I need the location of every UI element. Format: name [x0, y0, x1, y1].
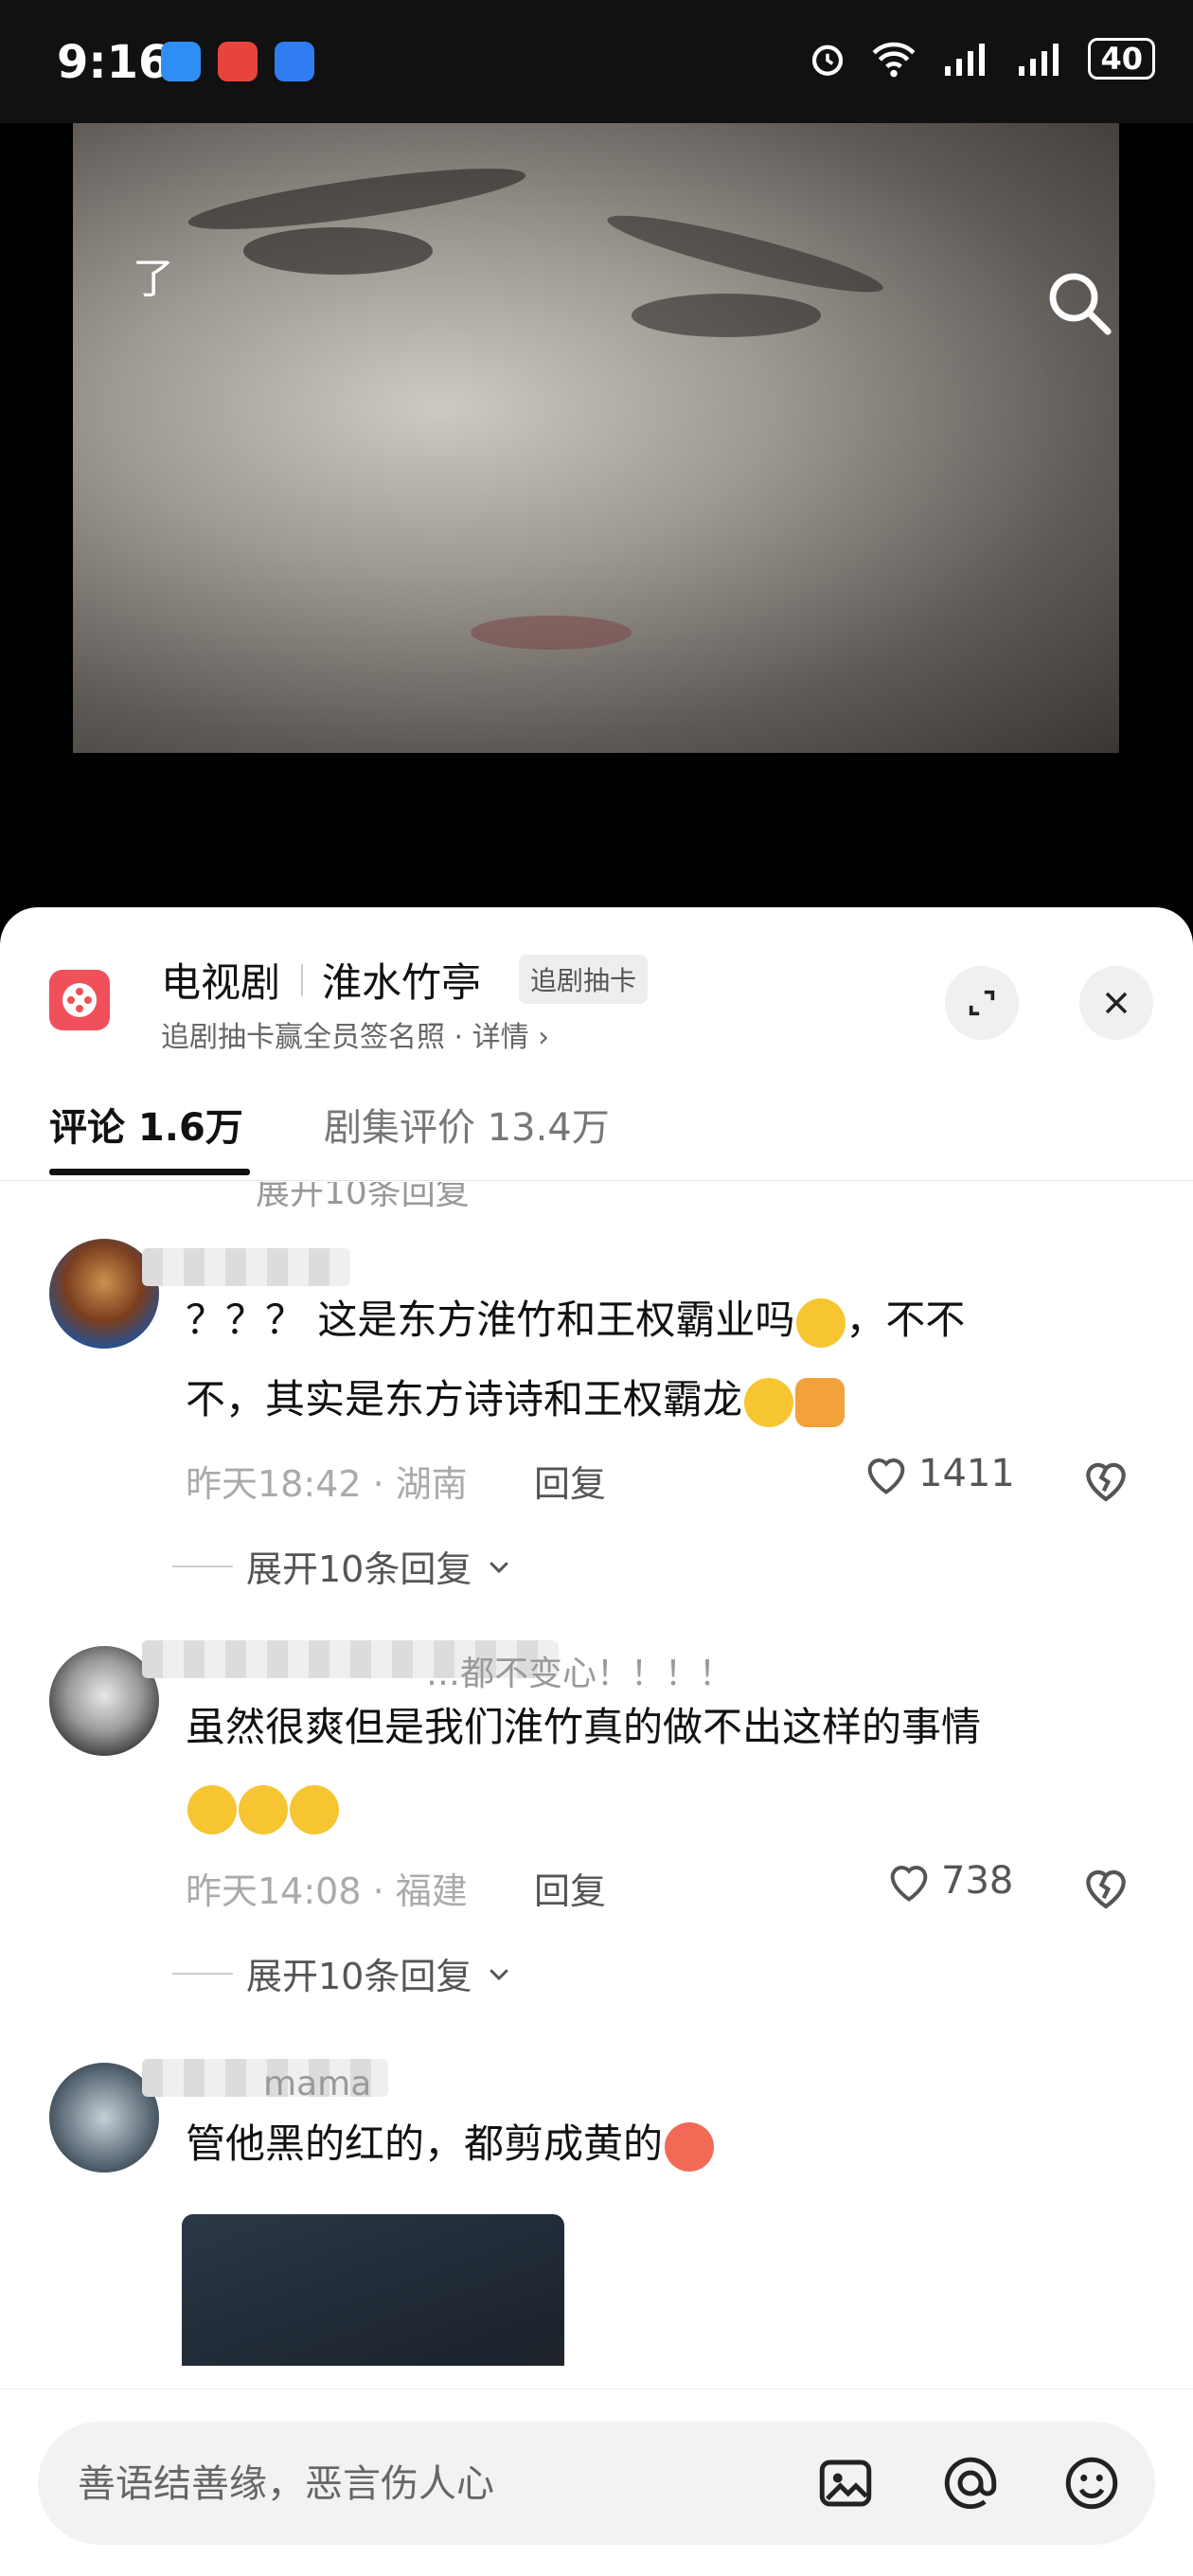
heart-icon: [890, 1866, 928, 1902]
like-button[interactable]: 738: [884, 1858, 1013, 1904]
reply-button[interactable]: 回复: [534, 1455, 606, 1507]
emoji-crying-icon: [290, 1784, 339, 1834]
browser-app-icon: [275, 42, 314, 81]
tab-episode-reviews[interactable]: 剧集评价 13.4万: [324, 1097, 610, 1152]
expand-replies-button[interactable]: 展开10条回复: [172, 1947, 513, 1999]
video-frame[interactable]: [73, 123, 1119, 753]
comment-text: 虽然很爽但是我们淮竹真的做不出这样的事情: [186, 1688, 1113, 1847]
show-type-label[interactable]: 电视剧: [161, 951, 280, 1009]
show-tag-badge[interactable]: 追剧抽卡: [519, 955, 649, 1004]
signal-icon-2: [1019, 44, 1059, 76]
wifi-icon: [872, 42, 916, 78]
like-button[interactable]: 1411: [862, 1451, 1015, 1496]
emoji-laugh-cry-icon: [744, 1377, 794, 1427]
video-watermark-logo: 了: [133, 255, 174, 303]
emoji-grin-icon: [796, 1297, 846, 1348]
emoji-picker-icon[interactable]: [1060, 2452, 1123, 2514]
system-icons: 40: [808, 38, 1155, 80]
comment-panel: 电视剧 淮水竹亭 追剧抽卡 追剧抽卡赢全员签名照 · 详情 › 评论 1.6万 …: [0, 907, 1193, 2576]
reply-button[interactable]: 回复: [534, 1862, 606, 1914]
comment-text: 管他黑的红的，都剪成黄的: [186, 2104, 1113, 2184]
heart-icon: [867, 1458, 905, 1494]
expand-replies-partial[interactable]: 展开10条回复: [256, 1182, 470, 1214]
weather-app-icon: [161, 42, 201, 81]
emoji-thumbs-up-icon: [795, 1377, 846, 1427]
tab-comments[interactable]: 评论 1.6万: [49, 1097, 243, 1152]
comment-input-container[interactable]: [38, 2422, 1155, 2545]
close-icon: [1105, 992, 1128, 1014]
alarm-icon: [812, 45, 844, 76]
battery-indicator: 40: [1088, 38, 1155, 80]
broken-heart-icon[interactable]: [1079, 1860, 1132, 1913]
comment-tabs: 评论 1.6万 剧集评价 13.4万: [0, 1097, 1193, 1181]
close-panel-button[interactable]: [1079, 966, 1153, 1040]
show-promo-link[interactable]: 追剧抽卡赢全员签名照 · 详情 ›: [161, 1013, 549, 1055]
title-divider: [301, 964, 303, 996]
comment-list[interactable]: 展开10条回复 ？？？ 这是东方淮竹和王权霸业吗 ，不不 不，其实是东方诗诗和王权…: [0, 1182, 1193, 2366]
like-count: 1411: [918, 1452, 1015, 1495]
username-tail[interactable]: mama: [263, 2065, 371, 2103]
signal-icon: [945, 44, 986, 76]
image-icon[interactable]: [814, 2452, 877, 2514]
broken-heart-icon[interactable]: [1079, 1453, 1132, 1506]
video-player[interactable]: 了: [0, 123, 1193, 909]
show-title[interactable]: 淮水竹亭: [322, 951, 481, 1009]
shopping-app-icon: [218, 42, 258, 81]
comment-meta: 昨天14:08 · 福建: [186, 1870, 468, 1912]
notification-icons: [161, 42, 314, 81]
search-icon[interactable]: [1042, 265, 1117, 341]
expand-replies-button[interactable]: 展开10条回复: [172, 1540, 513, 1592]
emoji-crying-icon: [239, 1784, 288, 1834]
emoji-heart-eyes-icon: [665, 2121, 715, 2172]
chevron-down-icon: [490, 1968, 509, 1980]
comment-meta: 昨天18:42 · 湖南: [186, 1463, 468, 1505]
chevron-down-icon: [490, 1561, 509, 1573]
status-bar: 9:16 40: [0, 0, 1193, 123]
comment-text: ？？？ 这是东方淮竹和王权霸业吗 ，不不 不，其实是东方诗诗和王权霸龙: [186, 1280, 1113, 1440]
at-mention-icon[interactable]: [939, 2452, 1002, 2514]
comment-input-bar: [0, 2388, 1193, 2576]
status-time: 9:16: [57, 36, 170, 89]
expand-icon: [969, 990, 995, 1016]
comment-image[interactable]: [182, 2214, 564, 2366]
active-tab-indicator: [49, 1169, 250, 1175]
expand-panel-button[interactable]: [945, 966, 1019, 1040]
tv-series-icon: [49, 970, 110, 1030]
emoji-crying-icon: [187, 1784, 237, 1834]
comment-input[interactable]: [76, 2450, 799, 2518]
like-count: 738: [941, 1859, 1014, 1903]
